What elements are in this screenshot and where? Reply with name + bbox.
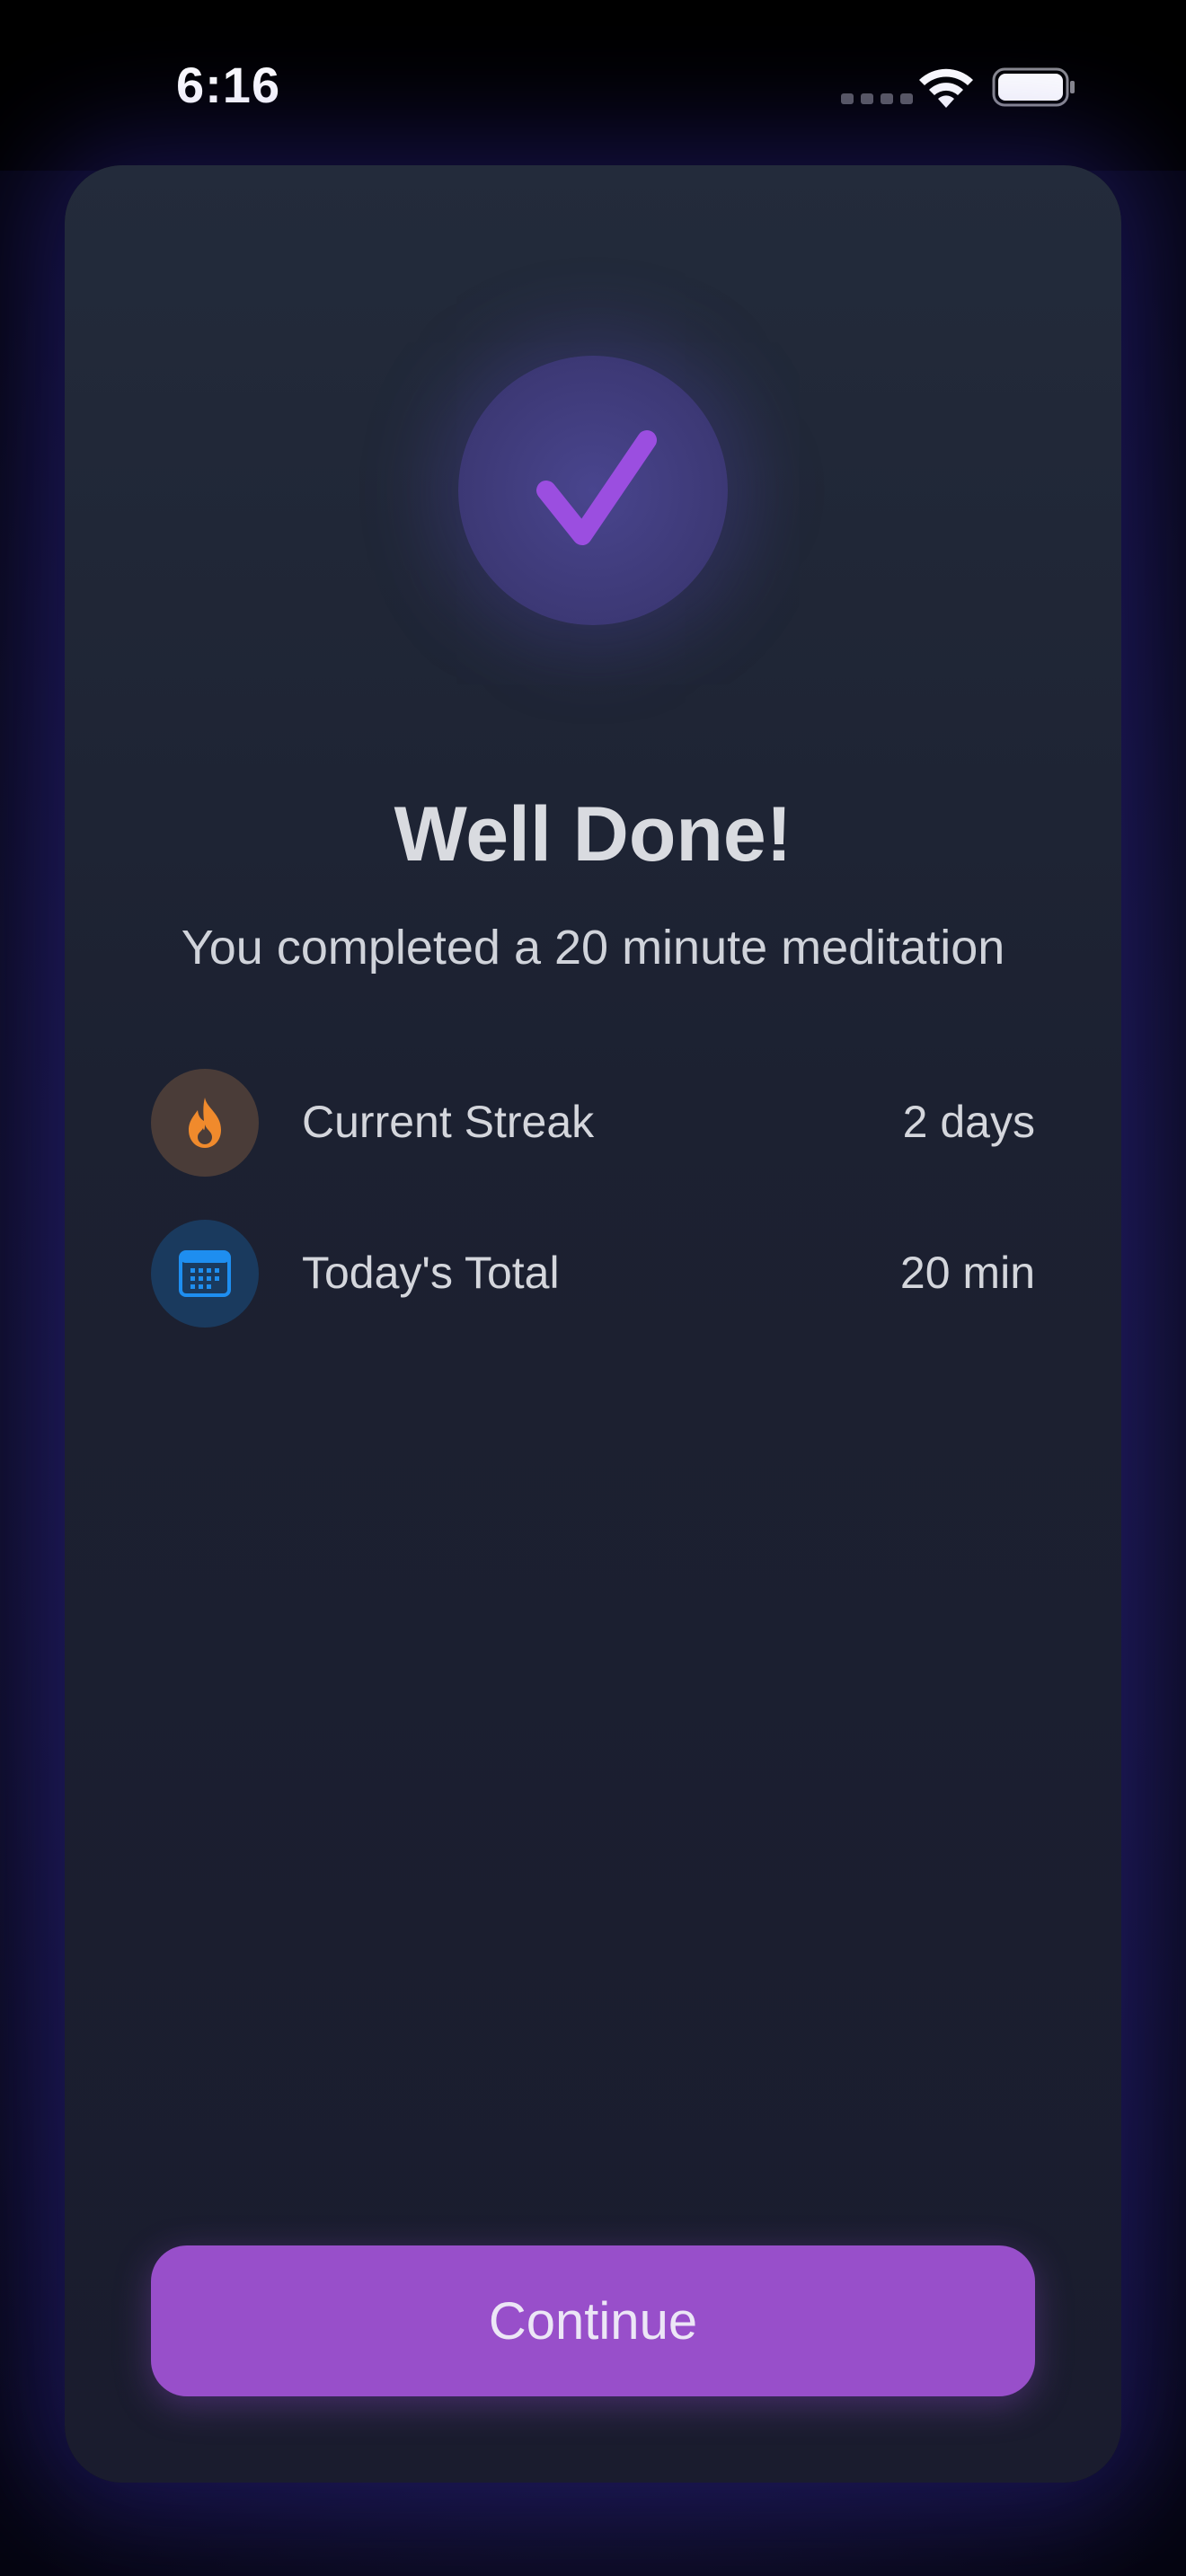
checkmark-icon: [536, 430, 657, 545]
device-notch: [424, 0, 762, 135]
wifi-icon: [919, 68, 973, 108]
streak-badge: [151, 1069, 259, 1177]
status-time: 6:16: [176, 57, 281, 113]
check-badge: [458, 356, 728, 625]
stat-value: 2 days: [902, 1097, 1035, 1147]
status-bar: 6:16: [0, 0, 1186, 171]
continue-button[interactable]: Continue: [151, 2245, 1035, 2396]
completion-subtitle: You completed a 20 minute meditation: [181, 921, 1005, 975]
flame-icon: [189, 1098, 221, 1148]
stat-label: Today's Total: [302, 1248, 560, 1298]
calendar-icon: [179, 1250, 231, 1297]
battery-icon: [992, 67, 1075, 107]
stat-row-current-streak: Current Streak 2 days: [151, 1069, 1035, 1177]
stat-value: 20 min: [899, 1248, 1035, 1298]
cellular-dots-icon: [841, 93, 913, 104]
meditation-complete-screen: 6:16 Well Done! You completed a 20 minut…: [0, 0, 1186, 2576]
stat-row-todays-total: Today's Total 20 min: [151, 1220, 1035, 1328]
stat-label: Current Streak: [302, 1097, 595, 1147]
completion-title: Well Done!: [394, 791, 792, 878]
total-badge: [151, 1220, 259, 1328]
